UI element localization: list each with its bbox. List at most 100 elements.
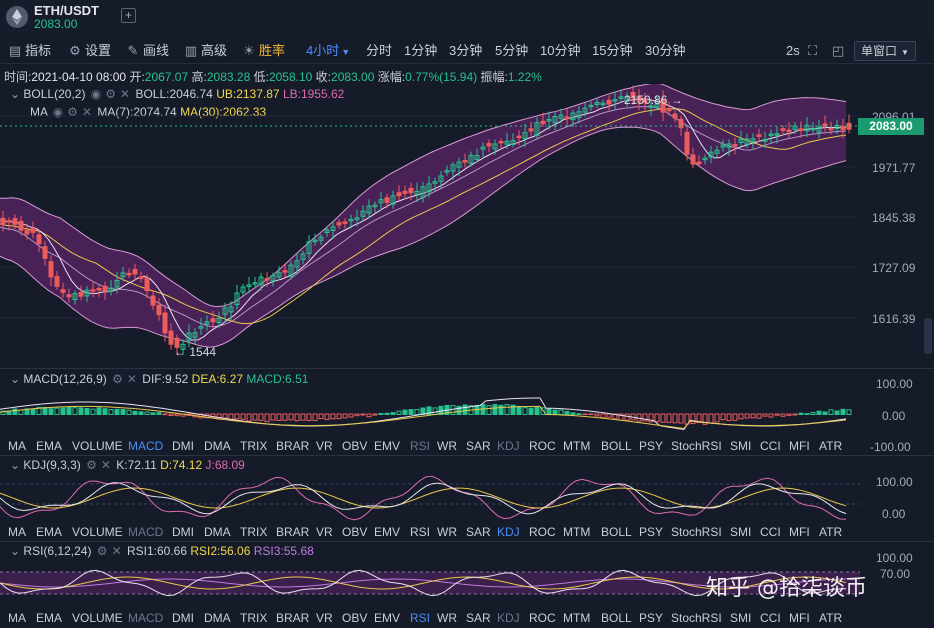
indicator-tab-volume[interactable]: VOLUME	[72, 437, 123, 455]
indicator-tab-psy[interactable]: PSY	[639, 437, 663, 455]
refresh-rate[interactable]: 2s	[786, 38, 800, 64]
interval-5m[interactable]: 5分钟	[495, 38, 528, 64]
indicator-tab-atr[interactable]: ATR	[819, 437, 842, 455]
macd-chart[interactable]	[0, 370, 860, 436]
indicator-tab-mfi[interactable]: MFI	[789, 437, 810, 455]
indicator-tab-macd[interactable]: MACD	[128, 523, 163, 541]
kdj-chart[interactable]	[0, 474, 860, 522]
indicator-tab-cci[interactable]: CCI	[760, 437, 781, 455]
indicator-tab-volume[interactable]: VOLUME	[72, 523, 123, 541]
indicator-tab-smi[interactable]: SMI	[730, 437, 751, 455]
indicator-tab-psy[interactable]: PSY	[639, 609, 663, 627]
indicator-tab-stochrsi[interactable]: StochRSI	[671, 523, 722, 541]
indicator-tab-psy[interactable]: PSY	[639, 523, 663, 541]
indicator-tab-kdj[interactable]: KDJ	[497, 437, 520, 455]
indicator-tab-dma[interactable]: DMA	[204, 609, 231, 627]
indicator-tab-ema[interactable]: EMA	[36, 437, 62, 455]
indicator-tab-roc[interactable]: ROC	[529, 523, 556, 541]
indicator-tab-atr[interactable]: ATR	[819, 609, 842, 627]
indicator-tab-roc[interactable]: ROC	[529, 609, 556, 627]
interval-30m[interactable]: 30分钟	[645, 38, 685, 64]
indicator-tab-macd[interactable]: MACD	[128, 609, 163, 627]
indicator-tab-emv[interactable]: EMV	[374, 609, 400, 627]
indicator-tab-obv[interactable]: OBV	[342, 437, 367, 455]
pane-divider[interactable]	[0, 368, 934, 369]
indicator-tab-sar[interactable]: SAR	[466, 437, 491, 455]
indicator-tab-sar[interactable]: SAR	[466, 523, 491, 541]
indicator-tab-ma[interactable]: MA	[8, 609, 26, 627]
indicator-tab-volume[interactable]: VOLUME	[72, 609, 123, 627]
indicator-tab-rsi[interactable]: RSI	[410, 523, 430, 541]
indicator-tab-mfi[interactable]: MFI	[789, 609, 810, 627]
indicator-tab-mtm[interactable]: MTM	[563, 609, 590, 627]
indicator-tab-macd[interactable]: MACD	[128, 437, 163, 455]
fullscreen-icon[interactable]: ⛶	[808, 38, 817, 64]
indicator-tab-obv[interactable]: OBV	[342, 609, 367, 627]
interval-10m[interactable]: 10分钟	[540, 38, 580, 64]
indicator-tab-brar[interactable]: BRAR	[276, 437, 309, 455]
indicator-tab-obv[interactable]: OBV	[342, 523, 367, 541]
gear-icon[interactable]: ⚙	[97, 544, 108, 558]
indicator-tab-stochrsi[interactable]: StochRSI	[671, 609, 722, 627]
indicator-tab-smi[interactable]: SMI	[730, 523, 751, 541]
collapse-icon[interactable]: ⌄	[10, 544, 20, 558]
indicator-tab-ma[interactable]: MA	[8, 437, 26, 455]
indicator-tab-wr[interactable]: WR	[437, 523, 457, 541]
candlestick-chart[interactable]	[0, 84, 860, 368]
indicator-tab-rsi[interactable]: RSI	[410, 609, 430, 627]
indicator-tab-roc[interactable]: ROC	[529, 437, 556, 455]
indicator-tab-stochrsi[interactable]: StochRSI	[671, 437, 722, 455]
indicator-tab-dma[interactable]: DMA	[204, 437, 231, 455]
win-rate-button[interactable]: ☀ 胜率	[242, 38, 285, 64]
close-icon[interactable]: ✕	[101, 458, 111, 472]
indicator-tab-smi[interactable]: SMI	[730, 609, 751, 627]
window-mode-select[interactable]: 单窗口 ▼	[854, 41, 916, 61]
pane-divider[interactable]	[0, 455, 934, 456]
indicator-tab-wr[interactable]: WR	[437, 437, 457, 455]
indicator-tab-dmi[interactable]: DMI	[172, 523, 194, 541]
indicator-tab-boll[interactable]: BOLL	[601, 609, 632, 627]
chart-scrollbar[interactable]	[924, 318, 932, 354]
indicator-tab-mtm[interactable]: MTM	[563, 523, 590, 541]
interval-selected[interactable]: 4小时 ▼	[306, 38, 350, 64]
indicator-tab-vr[interactable]: VR	[316, 523, 333, 541]
indicator-tab-mfi[interactable]: MFI	[789, 523, 810, 541]
window-icon[interactable]: ◰	[832, 38, 844, 64]
indicator-tab-brar[interactable]: BRAR	[276, 523, 309, 541]
indicator-tab-ema[interactable]: EMA	[36, 523, 62, 541]
indicator-tab-cci[interactable]: CCI	[760, 523, 781, 541]
collapse-icon[interactable]: ⌄	[10, 458, 20, 472]
interval-15m[interactable]: 15分钟	[592, 38, 632, 64]
indicator-tab-dma[interactable]: DMA	[204, 523, 231, 541]
advanced-button[interactable]: ▥ 高级	[184, 38, 227, 64]
indicator-tab-sar[interactable]: SAR	[466, 609, 491, 627]
indicator-tab-vr[interactable]: VR	[316, 437, 333, 455]
indicator-tab-vr[interactable]: VR	[316, 609, 333, 627]
interval-3m[interactable]: 3分钟	[449, 38, 482, 64]
settings-button[interactable]: ⚙ 设置	[68, 38, 111, 64]
indicator-tab-mtm[interactable]: MTM	[563, 437, 590, 455]
indicator-tab-brar[interactable]: BRAR	[276, 609, 309, 627]
indicator-tab-trix[interactable]: TRIX	[240, 523, 267, 541]
indicator-tab-trix[interactable]: TRIX	[240, 437, 267, 455]
indicator-tab-trix[interactable]: TRIX	[240, 609, 267, 627]
indicator-tab-cci[interactable]: CCI	[760, 609, 781, 627]
add-symbol-button[interactable]: +	[121, 8, 136, 23]
symbol-name[interactable]: ETH/USDT	[34, 3, 99, 18]
indicator-tab-ema[interactable]: EMA	[36, 609, 62, 627]
indicator-tab-kdj[interactable]: KDJ	[497, 609, 520, 627]
indicator-tab-emv[interactable]: EMV	[374, 523, 400, 541]
indicator-tab-dmi[interactable]: DMI	[172, 609, 194, 627]
indicator-tab-dmi[interactable]: DMI	[172, 437, 194, 455]
interval-timeline[interactable]: 分时	[366, 38, 392, 64]
indicator-tab-ma[interactable]: MA	[8, 523, 26, 541]
close-icon[interactable]: ✕	[112, 544, 122, 558]
draw-line-button[interactable]: ✎ 画线	[126, 38, 169, 64]
indicator-tab-rsi[interactable]: RSI	[410, 437, 430, 455]
indicator-tab-boll[interactable]: BOLL	[601, 523, 632, 541]
indicator-tab-emv[interactable]: EMV	[374, 437, 400, 455]
gear-icon[interactable]: ⚙	[86, 458, 97, 472]
indicator-tab-atr[interactable]: ATR	[819, 523, 842, 541]
indicator-tab-boll[interactable]: BOLL	[601, 437, 632, 455]
indicator-tab-wr[interactable]: WR	[437, 609, 457, 627]
